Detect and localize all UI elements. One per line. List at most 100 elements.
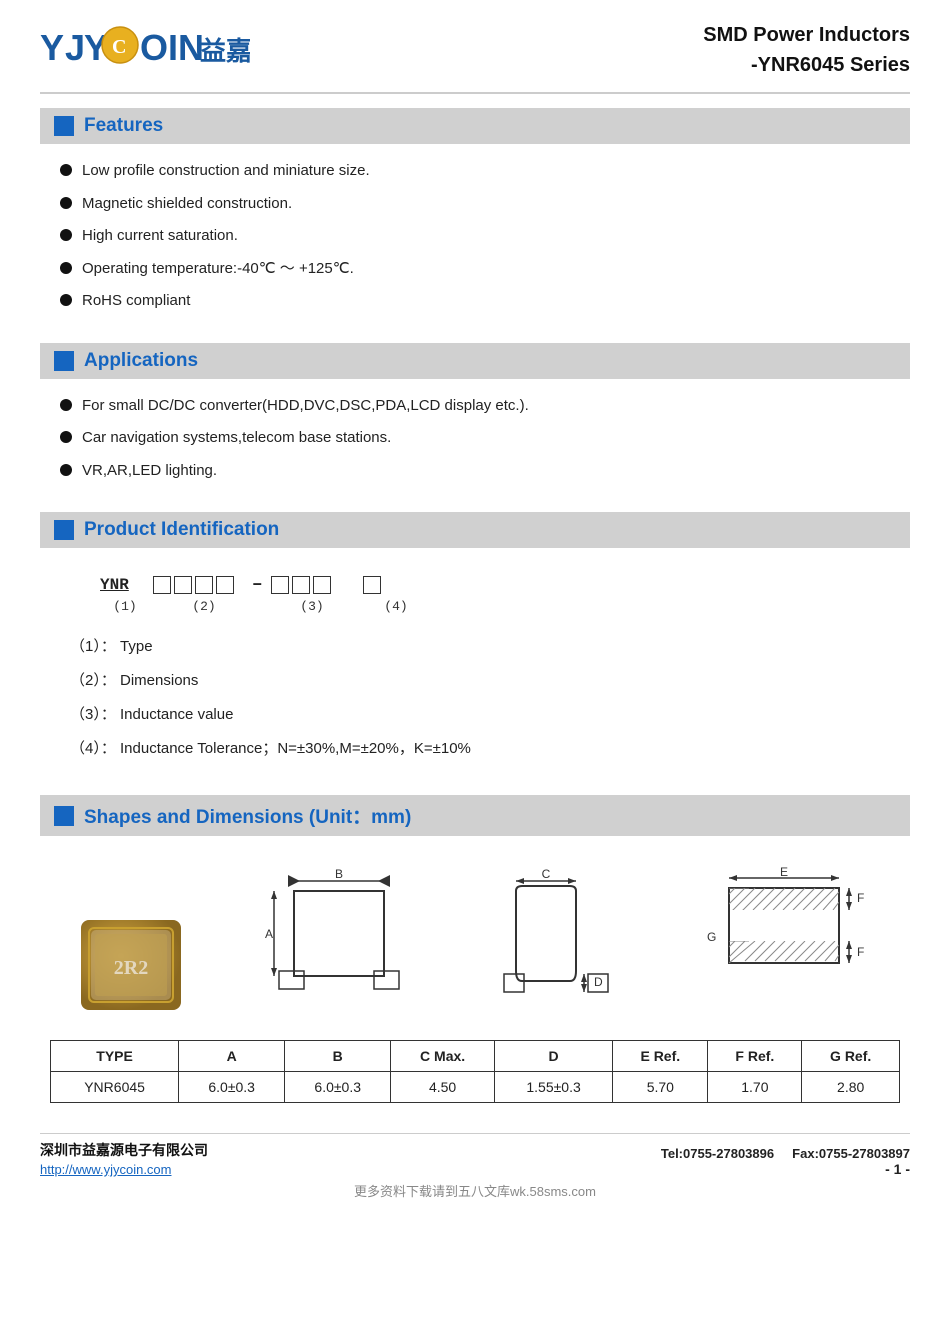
bullet-dot <box>60 294 72 306</box>
list-item: High current saturation. <box>60 225 910 248</box>
applications-icon <box>54 351 74 371</box>
table-header-row: TYPE A B C Max. D E Ref. F Ref. G Ref. <box>51 1041 900 1072</box>
num-label-4: (4) <box>384 599 407 614</box>
component-photo: 2R2 <box>81 920 181 1010</box>
footer-right: Tel:0755-27803896 Fax:0755-27803897 - 1 … <box>661 1146 910 1177</box>
col-g: G Ref. <box>802 1041 900 1072</box>
box-3a <box>271 576 289 594</box>
applications-section-header: Applications <box>40 343 910 379</box>
diagram-ab: B A <box>264 866 414 1010</box>
product-id-diagram: YNR – <box>40 558 910 625</box>
svg-text:F: F <box>857 945 864 959</box>
num-label-1: (1) <box>113 599 136 614</box>
shapes-section: 2R2 B <box>40 846 910 1113</box>
header: Y J Y C OIN 益嘉源 SMD Power Inductors -YNR… <box>40 20 910 94</box>
svg-text:G: G <box>707 930 716 944</box>
product-id-section-header: Product Identification <box>40 512 910 548</box>
box-2b <box>174 576 192 594</box>
bullet-dot <box>60 464 72 476</box>
logo-area: Y J Y C OIN 益嘉源 <box>40 20 250 70</box>
box-3c <box>313 576 331 594</box>
cell-g: 2.80 <box>802 1072 900 1103</box>
prod-desc-2: （2）： Dimensions <box>70 669 880 693</box>
list-item: Low profile construction and miniature s… <box>60 160 910 183</box>
features-title: Features <box>84 115 163 137</box>
svg-text:益嘉源: 益嘉源 <box>200 37 250 66</box>
features-icon <box>54 116 74 136</box>
title-line2: -YNR6045 Series <box>703 50 910 80</box>
list-item: Magnetic shielded construction. <box>60 193 910 216</box>
product-id-title: Product Identification <box>84 519 279 541</box>
box-2d <box>216 576 234 594</box>
company-name: 深圳市益嘉源电子有限公司 <box>40 1140 208 1160</box>
cell-c: 4.50 <box>391 1072 495 1103</box>
title-line1: SMD Power Inductors <box>703 20 910 50</box>
box-2c <box>195 576 213 594</box>
svg-text:D: D <box>594 975 603 989</box>
num-label-3: (3) <box>300 599 323 614</box>
svg-text:Y: Y <box>40 27 64 68</box>
bullet-dot <box>60 197 72 209</box>
diagram-efg: E G <box>699 866 869 1010</box>
product-id-icon <box>54 520 74 540</box>
shapes-section-header: Shapes and Dimensions (Unit：mm) <box>40 795 910 836</box>
page: Y J Y C OIN 益嘉源 SMD Power Inductors -YNR… <box>0 0 950 1344</box>
page-number: - 1 - <box>885 1161 910 1177</box>
prod-desc-3: （3）： Inductance value <box>70 703 880 727</box>
dash-separator: – <box>252 576 263 594</box>
footer-tel-fax: Tel:0755-27803896 Fax:0755-27803897 <box>661 1146 910 1161</box>
svg-text:C: C <box>112 36 126 58</box>
svg-text:A: A <box>265 927 273 941</box>
bullet-dot <box>60 262 72 274</box>
watermark: 更多资料下载请到五八文库wk.58sms.com <box>40 1181 910 1200</box>
col-f: F Ref. <box>708 1041 802 1072</box>
svg-text:F: F <box>857 891 864 905</box>
bullet-dot <box>60 431 72 443</box>
col-b: B <box>285 1041 391 1072</box>
header-title: SMD Power Inductors -YNR6045 Series <box>703 20 910 80</box>
box-3b <box>292 576 310 594</box>
features-list: Low profile construction and miniature s… <box>40 154 910 329</box>
cell-f: 1.70 <box>708 1072 802 1103</box>
dimensions-table: TYPE A B C Max. D E Ref. F Ref. G Ref. Y… <box>50 1040 900 1103</box>
list-item: For small DC/DC converter(HDD,DVC,DSC,PD… <box>60 395 910 418</box>
bullet-dot <box>60 399 72 411</box>
diagram-cd: C D <box>496 866 616 1010</box>
box-2a <box>153 576 171 594</box>
features-section-header: Features <box>40 108 910 144</box>
col-type: TYPE <box>51 1041 179 1072</box>
company-url[interactable]: http://www.yjycoin.com <box>40 1162 208 1177</box>
col-e: E Ref. <box>613 1041 708 1072</box>
list-item: RoHS compliant <box>60 290 910 313</box>
list-item: Car navigation systems,telecom base stat… <box>60 427 910 450</box>
num-label-2: (2) <box>192 599 215 614</box>
list-item: VR,AR,LED lighting. <box>60 460 910 483</box>
box-4a <box>363 576 381 594</box>
component-photo-container: 2R2 <box>81 920 181 1010</box>
logo-svg: Y J Y C OIN 益嘉源 <box>40 20 250 70</box>
svg-text:B: B <box>335 867 343 881</box>
col-d: D <box>494 1041 612 1072</box>
applications-list: For small DC/DC converter(HDD,DVC,DSC,PD… <box>40 389 910 499</box>
col-a: A <box>179 1041 285 1072</box>
bullet-dot <box>60 229 72 241</box>
cell-e: 5.70 <box>613 1072 708 1103</box>
shapes-icon <box>54 806 74 826</box>
svg-text:E: E <box>780 866 788 879</box>
svg-text:C: C <box>542 867 551 881</box>
footer-left: 深圳市益嘉源电子有限公司 http://www.yjycoin.com <box>40 1140 208 1177</box>
applications-title: Applications <box>84 350 198 372</box>
cell-type: YNR6045 <box>51 1072 179 1103</box>
footer: 深圳市益嘉源电子有限公司 http://www.yjycoin.com Tel:… <box>40 1133 910 1177</box>
svg-text:OIN: OIN <box>140 27 204 68</box>
shapes-title: Shapes and Dimensions (Unit：mm) <box>84 802 411 829</box>
list-item: Operating temperature:-40℃ ～ +125℃. <box>60 258 910 281</box>
bullet-dot <box>60 164 72 176</box>
prod-desc-4: （4）： Inductance Tolerance；N=±30%,M=±20%，… <box>70 737 880 761</box>
cell-a: 6.0±0.3 <box>179 1072 285 1103</box>
product-id-descriptions: （1）： Type （2）： Dimensions （3）： Inductanc… <box>40 625 910 781</box>
svg-text:J: J <box>65 27 85 68</box>
cell-d: 1.55±0.3 <box>494 1072 612 1103</box>
cell-b: 6.0±0.3 <box>285 1072 391 1103</box>
diagrams-row: 2R2 B <box>50 856 900 1030</box>
